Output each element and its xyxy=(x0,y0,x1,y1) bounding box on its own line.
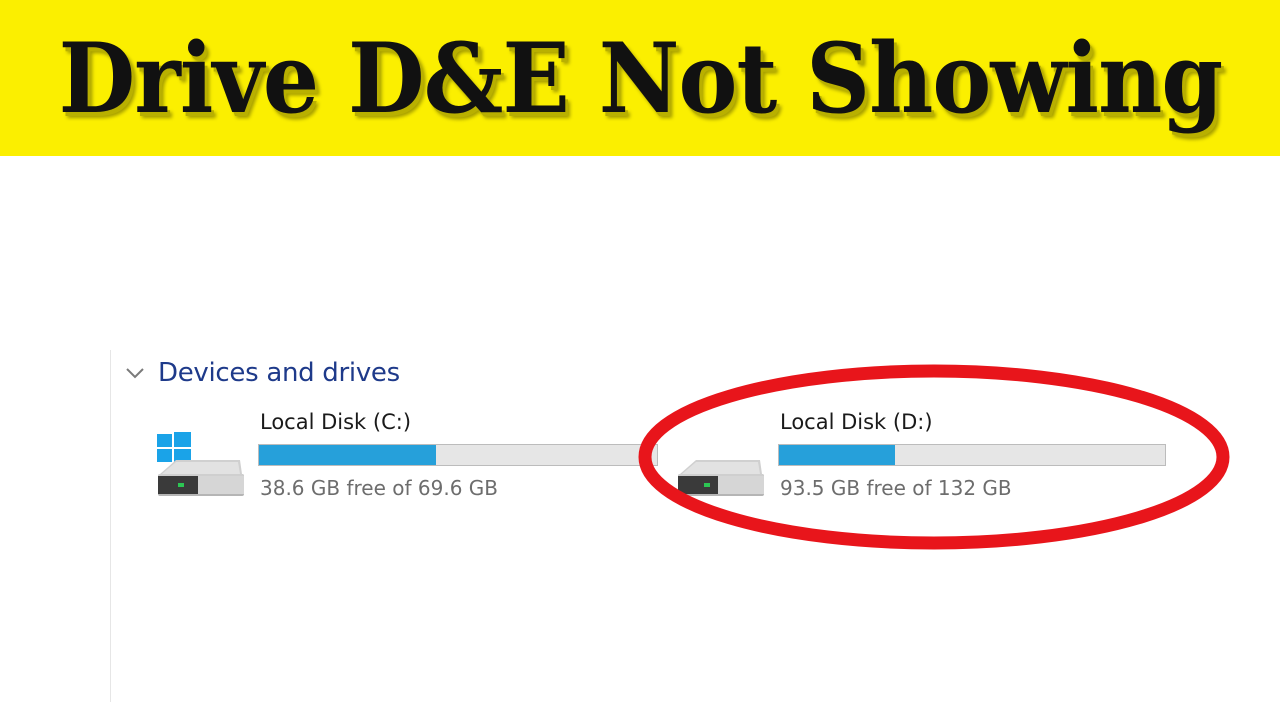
banner-title: Drive D&E Not Showing xyxy=(58,21,1223,135)
chevron-down-icon[interactable] xyxy=(124,362,146,384)
navigation-pane-divider xyxy=(110,350,111,702)
hard-drive-icon xyxy=(678,460,764,496)
drive-name: Local Disk (D:) xyxy=(780,410,933,434)
drive-usage-bar-fill xyxy=(779,445,895,465)
drive-free-space-text: 93.5 GB free of 132 GB xyxy=(780,476,1012,500)
devices-and-drives-group-header[interactable]: Devices and drives xyxy=(124,355,400,391)
drive-free-space-text: 38.6 GB free of 69.6 GB xyxy=(260,476,498,500)
drive-usage-bar-fill xyxy=(259,445,437,465)
windows-system-drive-icon xyxy=(157,432,244,496)
drive-usage-bar xyxy=(258,444,658,466)
drive-name: Local Disk (C:) xyxy=(260,410,412,434)
title-banner: Drive D&E Not Showing xyxy=(0,0,1280,156)
group-label: Devices and drives xyxy=(158,358,400,388)
thumbnail-canvas: Drive D&E Not Showing Devices and drives… xyxy=(0,0,1280,720)
drive-usage-bar xyxy=(778,444,1166,466)
